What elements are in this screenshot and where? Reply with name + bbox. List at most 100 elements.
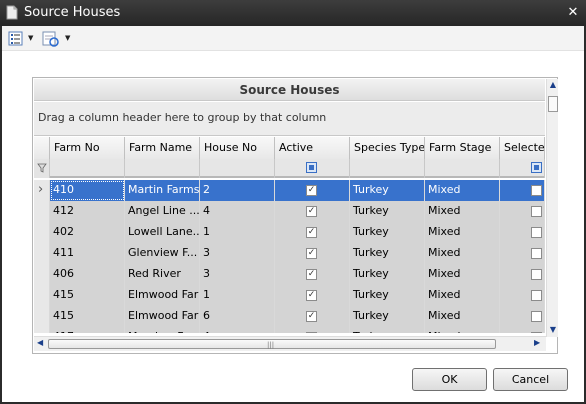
horizontal-scroll-thumb[interactable]: ||| [48,339,496,349]
column-header-species-type[interactable]: Species Type [350,137,425,159]
cell-selected[interactable] [500,285,545,306]
table-row[interactable]: 411 Glenview F... 3 ✓ Turkey Mixed [34,243,545,264]
cell-farm-name[interactable]: Meadow F... [125,327,200,333]
cell-house-no[interactable]: 2 [200,180,275,201]
active-checkbox[interactable]: ✓ [306,311,317,322]
table-row[interactable]: 412 Angel Line ... 4 ✓ Turkey Mixed [34,201,545,222]
table-row[interactable]: 402 Lowell Lane... 1 ✓ Turkey Mixed [34,222,545,243]
column-header-house-no[interactable]: House No [200,137,275,159]
ok-button[interactable]: OK [412,368,487,391]
horizontal-scrollbar[interactable]: ◀ ||| ▶ [34,336,546,351]
active-checkbox[interactable]: ✓ [306,185,317,196]
cell-farm-no[interactable]: 417 [50,327,125,333]
cell-active[interactable]: ✓ [275,243,350,264]
cell-selected[interactable] [500,306,545,327]
cell-species-type[interactable]: Turkey [350,264,425,285]
cell-house-no[interactable]: 3 [200,264,275,285]
selected-checkbox[interactable] [531,185,542,196]
list-view-icon[interactable] [8,29,24,48]
cell-selected[interactable] [500,264,545,285]
cell-farm-stage[interactable]: Mixed [425,327,500,333]
filter-farm-no[interactable] [50,159,125,178]
row-indicator[interactable] [34,222,50,243]
cell-species-type[interactable]: Turkey [350,180,425,201]
cell-farm-no[interactable]: 415 [50,285,125,306]
selected-checkbox[interactable] [531,311,542,322]
cell-farm-no[interactable]: 406 [50,264,125,285]
table-row[interactable]: 415Elmwood Farm1 ✓ TurkeyMixed [34,285,545,306]
selected-checkbox[interactable] [531,206,542,217]
cell-farm-stage[interactable]: Mixed [425,222,500,243]
cell-farm-name[interactable]: Lowell Lane... [125,222,200,243]
filter-selected[interactable] [500,159,545,178]
cell-farm-name[interactable]: Elmwood Farm [125,306,200,327]
cell-selected[interactable] [500,327,545,333]
cancel-button[interactable]: Cancel [493,368,568,391]
cell-selected[interactable] [500,180,545,201]
cell-farm-stage[interactable]: Mixed [425,285,500,306]
cell-active[interactable]: ✓ [275,285,350,306]
scroll-up-icon[interactable]: ▲ [548,80,558,89]
cell-species-type[interactable]: Turkey [350,222,425,243]
cell-farm-stage[interactable]: Mixed [425,243,500,264]
cell-farm-no[interactable]: 410 [50,180,125,201]
row-indicator[interactable] [34,201,50,222]
row-indicator[interactable] [34,306,50,327]
filter-house-no[interactable] [200,159,275,178]
cell-house-no[interactable]: 6 [200,306,275,327]
vertical-scrollbar[interactable]: ▲ ▼ [546,79,558,337]
cell-farm-name[interactable]: Angel Line ... [125,201,200,222]
row-indicator[interactable] [34,264,50,285]
cell-selected[interactable] [500,201,545,222]
filter-farm-stage[interactable] [425,159,500,178]
filter-selected-checkbox[interactable] [531,162,542,173]
cell-farm-stage[interactable]: Mixed [425,201,500,222]
cell-active[interactable]: ✓ [275,201,350,222]
cell-active[interactable]: ✓ [275,180,350,201]
table-row[interactable]: 417Meadow F...4 ✓ TurkeyMixed [34,327,545,333]
column-header-farm-no[interactable]: Farm No [50,137,125,159]
filter-species-type[interactable] [350,159,425,178]
selected-checkbox[interactable] [531,227,542,238]
close-button[interactable]: ✕ [564,4,582,22]
cell-farm-no[interactable]: 412 [50,201,125,222]
table-row[interactable]: › 410 Martin Farms 2 ✓ Turkey Mixed [34,180,545,201]
cell-species-type[interactable]: Turkey [350,243,425,264]
row-indicator[interactable]: › [34,180,50,201]
row-indicator[interactable] [34,243,50,264]
column-header-active[interactable]: Active [275,137,350,159]
cell-active[interactable]: ✓ [275,222,350,243]
cell-species-type[interactable]: Turkey [350,285,425,306]
cell-active[interactable]: ✓ [275,264,350,285]
row-indicator[interactable] [34,285,50,306]
cell-farm-stage[interactable]: Mixed [425,180,500,201]
cell-house-no[interactable]: 4 [200,327,275,333]
cell-farm-name[interactable]: Martin Farms [125,180,200,201]
active-checkbox[interactable]: ✓ [306,248,317,259]
cell-farm-no[interactable]: 415 [50,306,125,327]
filter-farm-name[interactable] [125,159,200,178]
column-header-farm-name[interactable]: Farm Name [125,137,200,159]
active-checkbox[interactable]: ✓ [306,206,317,217]
cell-active[interactable]: ✓ [275,306,350,327]
cell-species-type[interactable]: Turkey [350,201,425,222]
refresh-dropdown-icon[interactable]: ▼ [65,34,70,42]
selected-checkbox[interactable] [531,290,542,301]
active-checkbox[interactable]: ✓ [306,227,317,238]
cell-house-no[interactable]: 4 [200,201,275,222]
cell-farm-name[interactable]: Elmwood Farm [125,285,200,306]
column-header-selected[interactable]: Selected [500,137,545,159]
cell-farm-no[interactable]: 402 [50,222,125,243]
cell-active[interactable]: ✓ [275,327,350,333]
cell-species-type[interactable]: Turkey [350,306,425,327]
refresh-settings-icon[interactable] [42,29,60,48]
cell-farm-stage[interactable]: Mixed [425,264,500,285]
cell-farm-name[interactable]: Glenview F... [125,243,200,264]
active-checkbox[interactable]: ✓ [306,332,317,333]
cell-farm-no[interactable]: 411 [50,243,125,264]
active-checkbox[interactable]: ✓ [306,269,317,280]
filter-active[interactable] [275,159,350,178]
selected-checkbox[interactable] [531,248,542,259]
column-header-farm-stage[interactable]: Farm Stage [425,137,500,159]
cell-species-type[interactable]: Turkey [350,327,425,333]
